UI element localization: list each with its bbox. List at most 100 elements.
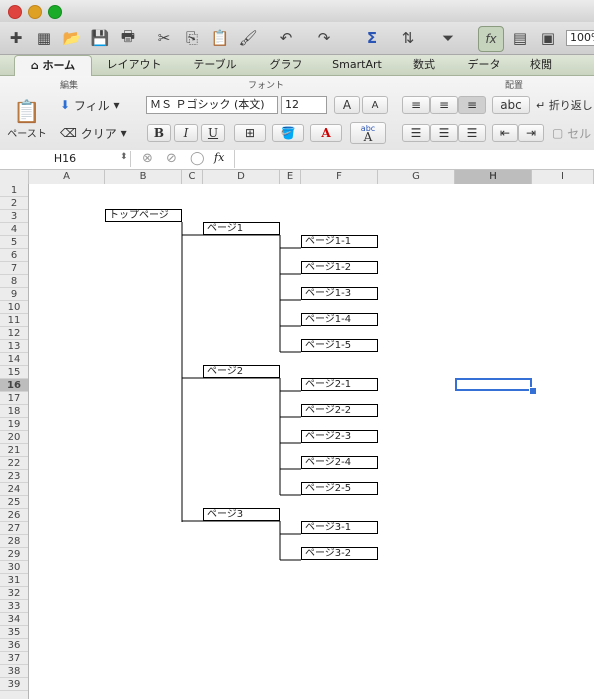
insert-function-button[interactable]: fx (214, 151, 224, 164)
template-gallery-icon[interactable]: ▦ (32, 26, 56, 50)
row-header[interactable]: 16 (0, 379, 28, 392)
tab-formulas[interactable]: 数式 (398, 55, 450, 75)
new-document-icon[interactable]: ✚ (4, 26, 28, 50)
font-name-select[interactable]: ＭＳ Ｐゴシック (本文) (146, 96, 278, 114)
sort-icon[interactable]: ⇅ (396, 26, 420, 50)
row-header[interactable]: 2 (0, 197, 28, 210)
media-browser-icon[interactable]: ▣ (536, 26, 560, 50)
zoom-window-button[interactable] (48, 5, 62, 19)
row-header[interactable]: 9 (0, 288, 28, 301)
row-header[interactable]: 6 (0, 249, 28, 262)
column-header-d[interactable]: D (203, 170, 280, 184)
column-header-e[interactable]: E (280, 170, 301, 184)
undo-icon[interactable]: ↶ (274, 26, 298, 50)
row-header[interactable]: 29 (0, 548, 28, 561)
fill-handle[interactable] (529, 387, 537, 395)
column-header-h[interactable]: H (455, 170, 532, 184)
row-header[interactable]: 18 (0, 405, 28, 418)
align-middle-button[interactable]: ≡ (430, 96, 458, 114)
row-header[interactable]: 17 (0, 392, 28, 405)
column-header-g[interactable]: G (378, 170, 455, 184)
row-header[interactable]: 37 (0, 652, 28, 665)
row-header[interactable]: 35 (0, 626, 28, 639)
row-header[interactable]: 38 (0, 665, 28, 678)
column-header-c[interactable]: C (182, 170, 203, 184)
row-header[interactable]: 8 (0, 275, 28, 288)
align-bottom-button[interactable]: ≡ (458, 96, 486, 114)
row-header[interactable]: 14 (0, 353, 28, 366)
font-size-select[interactable]: 12 (281, 96, 327, 114)
row-header[interactable]: 3 (0, 210, 28, 223)
row-header[interactable]: 19 (0, 418, 28, 431)
row-header[interactable]: 39 (0, 678, 28, 691)
fill-color-button[interactable]: 🪣 (272, 124, 304, 142)
tab-smartart[interactable]: SmartArt (322, 55, 392, 75)
select-all-corner[interactable] (0, 170, 29, 184)
row-header[interactable]: 31 (0, 574, 28, 587)
tab-home[interactable]: ⌂ ホーム (14, 55, 92, 76)
merge-button[interactable]: ▢ セル (552, 124, 594, 142)
italic-button[interactable]: I (174, 124, 198, 142)
tab-data[interactable]: データ (456, 55, 512, 75)
row-header[interactable]: 4 (0, 223, 28, 236)
selected-cell[interactable] (455, 378, 532, 391)
row-header[interactable]: 11 (0, 314, 28, 327)
cancel-icon[interactable]: ⊗ (142, 151, 153, 166)
row-header[interactable]: 34 (0, 613, 28, 626)
name-box[interactable]: H16 (0, 151, 131, 167)
tab-charts[interactable]: グラフ (256, 55, 316, 75)
row-header[interactable]: 25 (0, 496, 28, 509)
function-paren-icon[interactable]: ◯ (190, 151, 205, 166)
increase-indent-button[interactable]: ⇥ (518, 124, 544, 142)
row-header[interactable]: 22 (0, 457, 28, 470)
print-icon[interactable]: 🖶 (116, 26, 140, 50)
row-header[interactable]: 30 (0, 561, 28, 574)
row-header[interactable]: 15 (0, 366, 28, 379)
show-pane-icon[interactable]: ▤ (508, 26, 532, 50)
align-left-button[interactable]: ☰ (402, 124, 430, 142)
minimize-window-button[interactable] (28, 5, 42, 19)
row-header[interactable]: 10 (0, 301, 28, 314)
tab-review[interactable]: 校閲 (518, 55, 564, 75)
borders-button[interactable]: ⊞ (234, 124, 266, 142)
tab-tables[interactable]: テーブル (180, 55, 250, 75)
row-header[interactable]: 33 (0, 600, 28, 613)
text-orientation-button[interactable]: abc (492, 96, 530, 114)
name-box-stepper-icon[interactable]: ⬍ (120, 152, 128, 162)
align-top-button[interactable]: ≡ (402, 96, 430, 114)
row-header[interactable]: 21 (0, 444, 28, 457)
grow-font-button[interactable]: A (334, 96, 360, 114)
row-header[interactable]: 12 (0, 327, 28, 340)
save-icon[interactable]: 💾 (88, 26, 112, 50)
row-header[interactable]: 23 (0, 470, 28, 483)
underline-button[interactable]: U (201, 124, 225, 142)
phonetic-button[interactable]: abc A (350, 122, 386, 144)
align-center-button[interactable]: ☰ (430, 124, 458, 142)
row-header[interactable]: 1 (0, 184, 28, 197)
decrease-indent-button[interactable]: ⇤ (492, 124, 518, 142)
row-header[interactable]: 24 (0, 483, 28, 496)
column-header-b[interactable]: B (105, 170, 182, 184)
filter-icon[interactable]: ⏷ (436, 26, 460, 50)
tab-layout[interactable]: レイアウト (94, 55, 174, 75)
cut-icon[interactable]: ✂ (152, 26, 176, 50)
font-color-button[interactable]: A (310, 124, 342, 142)
row-header[interactable]: 27 (0, 522, 28, 535)
formula-input[interactable] (234, 150, 594, 168)
column-header-f[interactable]: F (301, 170, 378, 184)
bold-button[interactable]: B (147, 124, 171, 142)
confirm-icon[interactable]: ⊘ (166, 151, 177, 166)
column-header-i[interactable]: I (532, 170, 594, 184)
formula-builder-icon[interactable]: fx (478, 26, 504, 52)
autosum-icon[interactable]: Σ (360, 26, 384, 50)
wrap-text-button[interactable]: ↵ 折り返し (536, 96, 594, 114)
open-folder-icon[interactable]: 📂 (60, 26, 84, 50)
row-header[interactable]: 13 (0, 340, 28, 353)
zoom-field[interactable]: 100% (566, 30, 594, 46)
row-header[interactable]: 26 (0, 509, 28, 522)
paste-icon[interactable]: 📋 (208, 26, 232, 50)
row-header[interactable]: 36 (0, 639, 28, 652)
align-right-button[interactable]: ☰ (458, 124, 486, 142)
close-window-button[interactable] (8, 5, 22, 19)
row-header[interactable]: 32 (0, 587, 28, 600)
